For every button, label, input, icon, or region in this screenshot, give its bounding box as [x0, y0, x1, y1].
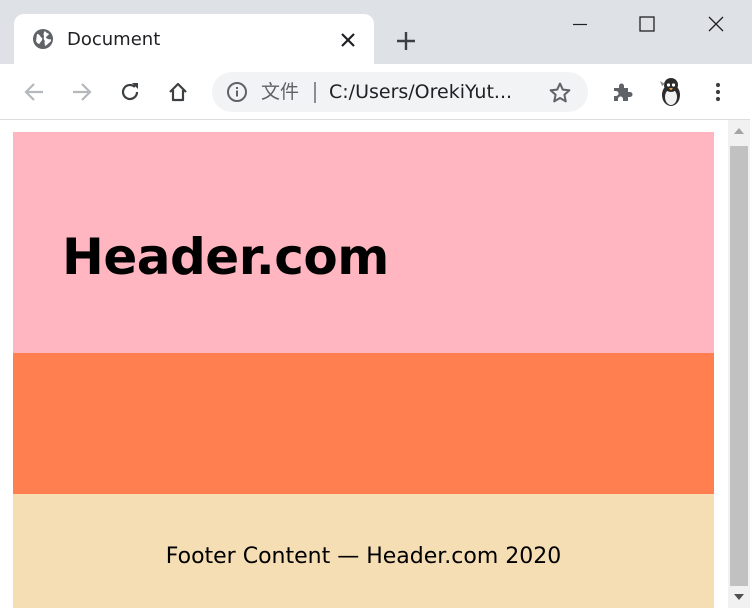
- tab-document[interactable]: Document: [14, 14, 374, 64]
- scroll-thumb[interactable]: [730, 146, 748, 586]
- footer-text: Footer Content — Header.com 2020: [165, 544, 562, 569]
- page-viewport: Header.com Footer Content — Header.com 2…: [0, 120, 728, 608]
- tab-close-icon[interactable]: [336, 28, 360, 52]
- scroll-down-arrow-icon[interactable]: [728, 586, 750, 608]
- more-vert-icon[interactable]: [704, 78, 732, 106]
- info-icon[interactable]: [226, 81, 248, 103]
- address-separator: [314, 82, 316, 103]
- browser-titlebar: Document: [0, 0, 752, 64]
- address-bar[interactable]: 文件 C:/Users/OrekiYut...: [212, 72, 588, 112]
- maximize-icon[interactable]: [629, 8, 665, 40]
- vertical-scrollbar[interactable]: [728, 120, 750, 608]
- forward-arrow-icon[interactable]: [68, 78, 96, 106]
- scroll-up-arrow-icon[interactable]: [728, 120, 750, 142]
- address-scheme-label: 文件: [261, 81, 300, 103]
- minimize-icon[interactable]: [562, 8, 598, 40]
- reload-icon[interactable]: [116, 78, 144, 106]
- puzzle-icon[interactable]: [608, 78, 636, 106]
- page-content-section: [13, 353, 714, 494]
- page-header: Header.com: [13, 132, 714, 353]
- globe-icon: [32, 28, 54, 50]
- back-arrow-icon[interactable]: [20, 78, 48, 106]
- window-close-icon[interactable]: [698, 8, 734, 40]
- new-tab-button[interactable]: [392, 27, 420, 55]
- star-icon[interactable]: [548, 81, 572, 105]
- home-icon[interactable]: [164, 78, 192, 106]
- browser-toolbar: 文件 C:/Users/OrekiYut...: [0, 64, 752, 120]
- address-url[interactable]: C:/Users/OrekiYut...: [329, 80, 539, 104]
- page-title: Header.com: [62, 228, 389, 286]
- avatar[interactable]: [654, 74, 688, 108]
- page-footer: Footer Content — Header.com 2020: [13, 494, 714, 608]
- tab-title: Document: [67, 29, 161, 50]
